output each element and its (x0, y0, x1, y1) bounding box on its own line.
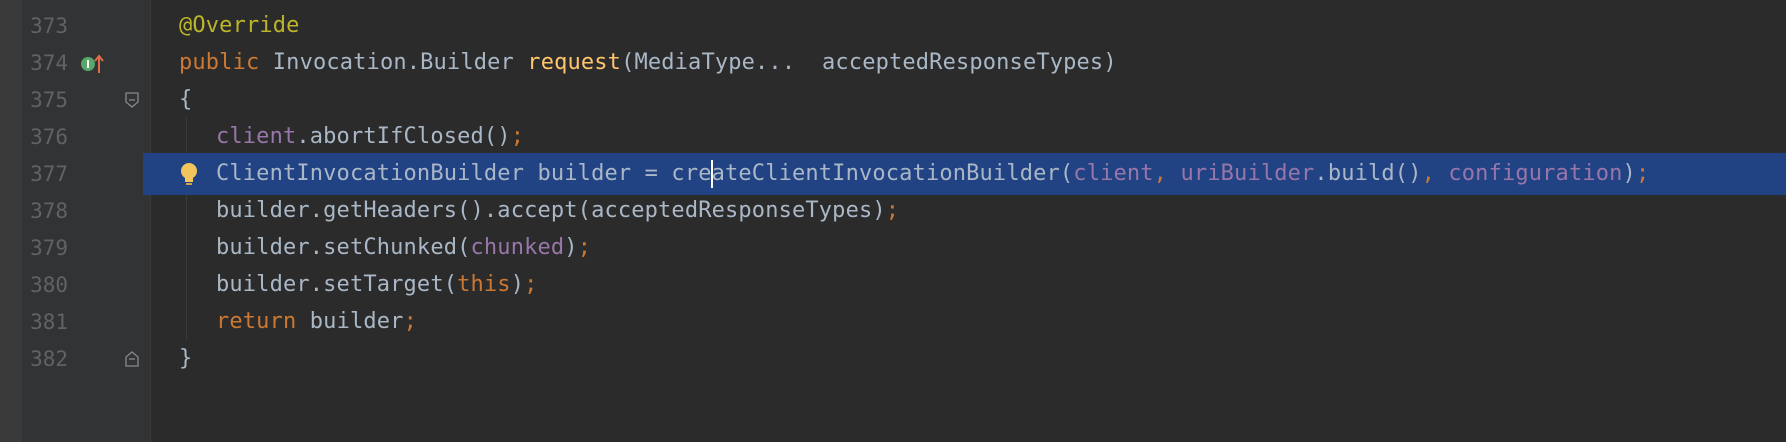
code-token-plain: ) (564, 235, 578, 260)
code-line[interactable]: public Invocation.Builder request(MediaT… (179, 42, 1117, 84)
indent-guide (186, 118, 187, 340)
code-token-field: uriBuilder (1180, 161, 1315, 186)
code-line[interactable]: return builder; (216, 301, 417, 343)
code-token-punct: , (1153, 161, 1181, 186)
code-line[interactable]: client.abortIfClosed(); (216, 116, 524, 158)
code-token-plain: { (179, 87, 193, 112)
code-token-punct: ; (1635, 161, 1650, 186)
code-token-plain: (MediaType (621, 50, 756, 75)
fold-close-icon[interactable] (124, 350, 140, 372)
code-token-plain: ateClientInvocationBuilder( (711, 161, 1074, 186)
line-number[interactable]: 374 (14, 42, 68, 84)
line-number[interactable]: 376 (14, 116, 68, 158)
line-number[interactable]: 381 (14, 301, 68, 343)
code-token-keyword: return (216, 309, 310, 334)
code-line[interactable]: builder.setTarget(this); (216, 264, 538, 306)
code-token-plain: acceptedResponseTypes) (808, 50, 1117, 75)
line-number[interactable]: 373 (14, 5, 68, 47)
code-token-annotation: @Override (179, 13, 300, 38)
code-token-field: client (1073, 161, 1154, 186)
line-number[interactable]: 380 (14, 264, 68, 306)
code-token-plain: } (179, 346, 193, 371)
code-token-punct: ; (524, 272, 538, 297)
code-token-plain: ... (755, 50, 809, 75)
line-number[interactable]: 378 (14, 190, 68, 232)
code-editor[interactable]: 373 @Override 374 public Invocation.Builder… (0, 0, 1786, 442)
code-token-keyword: public (179, 50, 273, 75)
line-number[interactable]: 377 (14, 153, 68, 195)
line-number[interactable]: 379 (14, 227, 68, 269)
code-line[interactable]: { (179, 79, 192, 121)
code-token-field: client (216, 124, 297, 149)
code-token-punct: ; (885, 198, 900, 223)
code-token-punct: ; (510, 124, 525, 149)
code-token-plain: builder.setChunked( (216, 235, 471, 260)
code-token-method-decl: request (527, 50, 622, 75)
code-line[interactable]: } (179, 338, 192, 380)
implements-method-icon[interactable] (80, 53, 106, 79)
code-token-plain: ) (1622, 161, 1636, 186)
code-token-punct: ; (577, 235, 592, 260)
code-token-field: chunked (470, 235, 565, 260)
code-line[interactable]: builder.getHeaders().accept(acceptedResp… (216, 190, 899, 232)
code-line[interactable]: builder.setChunked(chunked); (216, 227, 591, 269)
code-token-punct: , (1421, 161, 1449, 186)
code-token-field: configuration (1448, 161, 1623, 186)
code-token-plain: .build() (1314, 161, 1422, 186)
code-token-plain: builder.getHeaders().accept(acceptedResp… (216, 198, 886, 223)
code-line[interactable]: @Override (179, 5, 300, 47)
code-token-plain: builder (309, 309, 404, 334)
code-token-punct: ; (403, 309, 417, 334)
code-token-plain: ) (510, 272, 525, 297)
code-token-plain: builder.setTarget( (216, 272, 458, 297)
lightbulb-icon[interactable] (178, 162, 200, 192)
line-number[interactable]: 382 (14, 338, 68, 380)
line-number[interactable]: 375 (14, 79, 68, 121)
code-token-plain: ClientInvocationBuilder builder = cre (216, 161, 712, 186)
code-token-keyword: this (457, 272, 511, 297)
code-token-plain: .abortIfClosed() (296, 124, 511, 149)
code-line[interactable]: ClientInvocationBuilder builder = create… (216, 153, 1649, 195)
fold-open-icon[interactable] (124, 91, 140, 113)
code-token-plain: Invocation.Builder (272, 50, 528, 75)
